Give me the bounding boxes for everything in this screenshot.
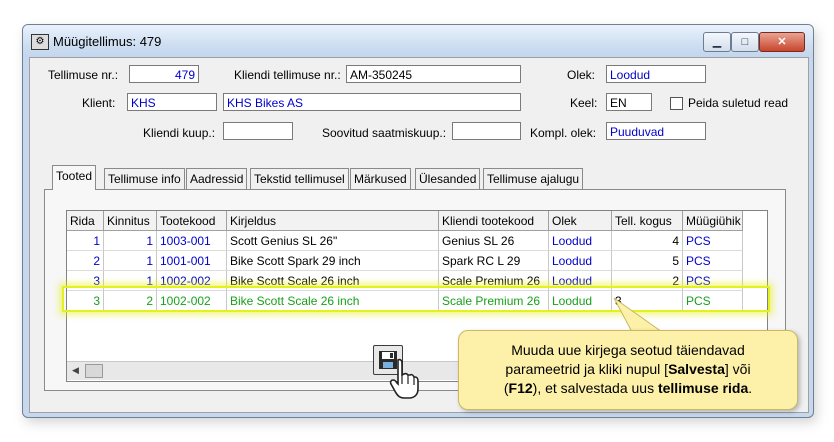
order-nr-label: Tellimuse nr.: [48, 68, 119, 82]
language-label: Keel: [570, 96, 598, 110]
cell-kliendi-tootekood[interactable]: Genius SL 26 [439, 231, 549, 251]
client-name-field[interactable]: KHS Bikes AS [223, 93, 521, 111]
tab-markused[interactable]: Märkused [350, 168, 411, 189]
desired-ship-date-label: Soovitud saatmiskuup.: [322, 126, 447, 140]
cell-tell-kogus[interactable]: 5 [612, 251, 683, 271]
hand-cursor-icon [389, 358, 419, 399]
col-header-kliendi-tootekood[interactable]: Kliendi tootekood [439, 211, 549, 231]
cell-muugiuhik[interactable]: PCS [683, 251, 743, 271]
cell-tootekood[interactable]: 1001-001 [157, 251, 227, 271]
col-header-tell-kogus[interactable]: Tell. kogus [612, 211, 683, 231]
client-label: Klient: [82, 96, 116, 110]
callout-line-1: Muuda uue kirjega seotud täiendavad [511, 342, 745, 358]
scroll-left-icon[interactable]: ◀ [72, 365, 79, 376]
client-order-field[interactable]: AM-350245 [346, 65, 521, 83]
cell-rida[interactable]: 1 [67, 231, 104, 251]
client-buy-date-field[interactable] [223, 122, 293, 140]
col-header-tootekood[interactable]: Tootekood [157, 211, 227, 231]
cell-olek[interactable]: Loodud [549, 231, 612, 251]
client-order-label: Kliendi tellimuse nr.: [234, 68, 341, 82]
tab-tooted[interactable]: Tooted [52, 165, 97, 190]
cell-kinnitus[interactable]: 1 [104, 251, 157, 271]
state-label: Olek: [567, 68, 596, 82]
callout-text: ] või [724, 361, 751, 377]
col-header-kirjeldus[interactable]: Kirjeldus [227, 211, 439, 231]
callout-text: ), et salvestada uus [532, 380, 658, 396]
cell-kirjeldus[interactable]: Bike Scott Spark 29 inch [227, 251, 439, 271]
cell-rida[interactable]: 2 [67, 251, 104, 271]
col-header-kinnitus[interactable]: Kinnitus [104, 211, 157, 231]
cell-tell-kogus[interactable]: 4 [612, 231, 683, 251]
maximize-button[interactable]: □ [731, 32, 759, 52]
tab-aadressid[interactable]: Aadressid [186, 168, 248, 189]
language-field[interactable]: EN [606, 93, 652, 111]
callout-line-2: parameetrid ja kliki nupul [Salvesta] võ… [459, 360, 797, 379]
callout-f12-keyword: F12 [508, 380, 533, 396]
order-nr-field[interactable]: 479 [129, 65, 199, 83]
col-header-muugiuhik[interactable]: Müügiühik [683, 211, 743, 231]
client-buy-date-label: Kliendi kuup.: [143, 126, 216, 140]
tab-ulesanded[interactable]: Ülesanded [415, 168, 481, 189]
col-header-olek[interactable]: Olek [549, 211, 612, 231]
callout-save-keyword: Salvesta [668, 361, 725, 377]
client-code-field[interactable]: KHS [127, 93, 217, 111]
gear-icon[interactable]: ⚙ [31, 34, 49, 50]
minimize-button[interactable]: ▁ [703, 32, 731, 52]
col-header-rida[interactable]: Rida [67, 211, 104, 231]
callout-text: parameetrid ja kliki nupul [ [505, 361, 669, 377]
callout-text: . [748, 380, 753, 396]
callout-line-3: (F12), et salvestada uus tellimuse rida. [459, 379, 797, 398]
cell-olek[interactable]: Loodud [549, 251, 612, 271]
instruction-callout: Muuda uue kirjega seotud täiendavad para… [458, 330, 798, 410]
cell-kirjeldus[interactable]: Scott Genius SL 26" [227, 231, 439, 251]
completion-state-label: Kompl. olek: [530, 126, 597, 140]
tab-tellimuse-ajalugu[interactable]: Tellimuse ajalugu [483, 168, 584, 189]
window-title: Müügitellimus: 479 [53, 34, 162, 49]
cell-kinnitus[interactable]: 1 [104, 231, 157, 251]
hide-closed-checkbox[interactable] [670, 97, 683, 110]
callout-order-line-keyword: tellimuse rida [657, 380, 749, 396]
tab-tellimuse-info[interactable]: Tellimuse info [104, 168, 185, 189]
cell-tootekood[interactable]: 1003-001 [157, 231, 227, 251]
completion-state-field[interactable]: Puuduvad [606, 122, 706, 140]
cell-kliendi-tootekood[interactable]: Spark RC L 29 [439, 251, 549, 271]
close-button[interactable]: ✕ [759, 32, 805, 52]
title-bar[interactable]: ⚙ Müügitellimus: 479 ▁ □ ✕ [23, 25, 813, 57]
scroll-thumb-horizontal[interactable] [85, 364, 103, 378]
state-field[interactable]: Loodud [606, 65, 706, 83]
desired-ship-date-field[interactable] [452, 122, 521, 140]
hide-closed-label: Peida suletud read [688, 96, 789, 110]
cell-muugiuhik[interactable]: PCS [683, 231, 743, 251]
tab-tekstid-tellimusel[interactable]: Tekstid tellimusel [250, 168, 349, 189]
